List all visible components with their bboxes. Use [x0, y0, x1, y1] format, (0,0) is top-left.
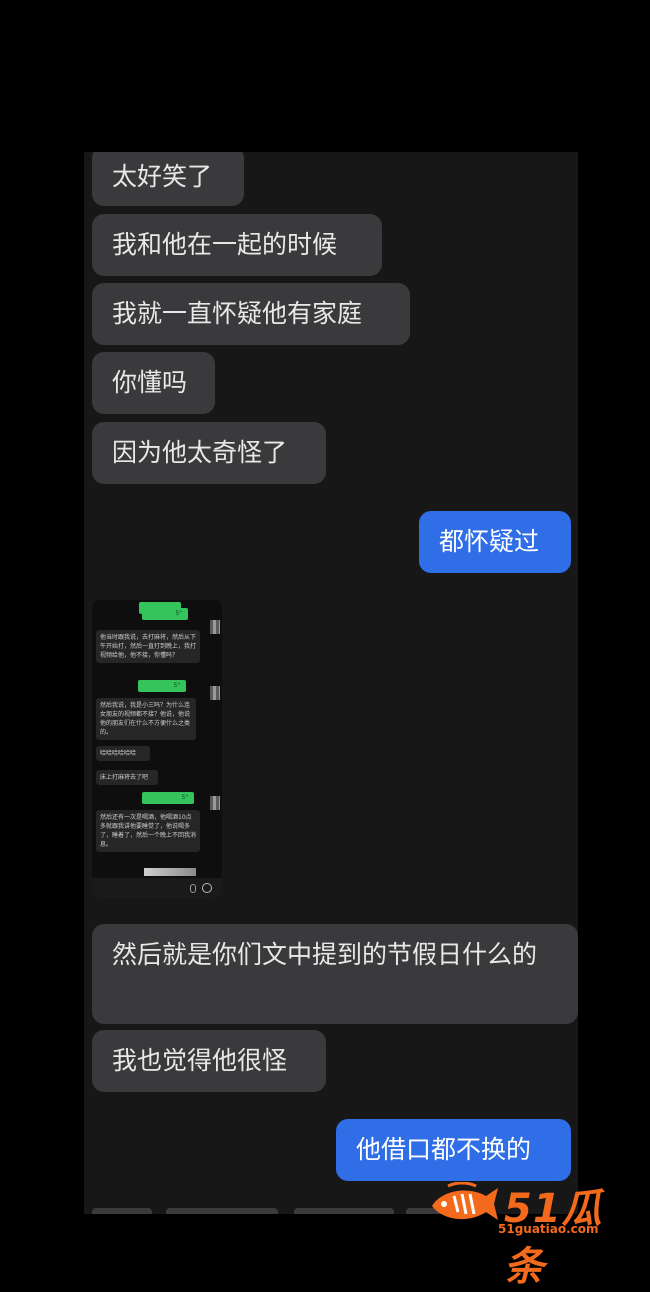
message-bubble-incoming: 我就一直怀疑他有家庭	[92, 283, 410, 345]
message-bubble-incoming: 然后我说，我是小三吗？为什么连女朋友的视频都不接？他说，他说他的朋友们在什么不方…	[96, 698, 196, 740]
avatar	[210, 686, 220, 700]
message-bubble-incoming: 太好笑了	[92, 152, 244, 206]
partial-bubble	[294, 1208, 394, 1214]
message-bubble-outgoing: 都怀疑过	[419, 511, 571, 573]
mic-icon	[190, 884, 196, 893]
avatar	[210, 796, 220, 810]
shared-screenshot-image[interactable]: 5" 他当时跟我说，去打麻将，然后从下午开始打，然后一直打到晚上，我打视频给他，…	[92, 600, 222, 898]
voice-message: 5"	[138, 680, 186, 692]
avatar	[210, 620, 220, 634]
voice-message: 5"	[142, 792, 194, 804]
message-bubble-incoming: 然后还有一次是喝酒，他喝酒10点多就跟我讲他要睡觉了，他说喝多了，睡着了，然后一…	[96, 810, 200, 852]
message-bubble-incoming: 因为他太奇怪了	[92, 422, 326, 484]
message-bubble-incoming: 他当时跟我说，去打麻将，然后从下午开始打，然后一直打到晚上，我打视频给他，他不接…	[96, 630, 200, 663]
message-bubble-incoming: 我也觉得他很怪	[92, 1030, 326, 1092]
partial-bubble	[92, 1208, 152, 1214]
message-bubble-incoming: 我和他在一起的时候	[92, 214, 382, 276]
emoji-icon	[202, 883, 212, 893]
message-bubble-incoming: 然后就是你们文中提到的节假日什么的	[92, 924, 578, 1024]
watermark-logo: 51瓜条 51guatiao.com	[428, 1178, 638, 1290]
watermark-url: 51guatiao.com	[498, 1222, 599, 1236]
message-bubble-incoming: 床上打麻将去了吧	[96, 770, 158, 785]
voice-message: 5"	[142, 608, 188, 620]
input-bar	[92, 878, 222, 898]
chat-screenshot: 太好笑了 我和他在一起的时候 我就一直怀疑他有家庭 你懂吗 因为他太奇怪了 都怀…	[84, 152, 578, 1214]
message-bubble-incoming: 你懂吗	[92, 352, 215, 414]
message-bubble-incoming: 哈哈哈哈哈哈	[96, 746, 150, 761]
message-bubble-outgoing: 他借口都不换的	[336, 1119, 571, 1181]
photo-preview	[144, 868, 196, 876]
fish-logo-icon	[432, 1182, 498, 1220]
partial-bubble	[166, 1208, 278, 1214]
